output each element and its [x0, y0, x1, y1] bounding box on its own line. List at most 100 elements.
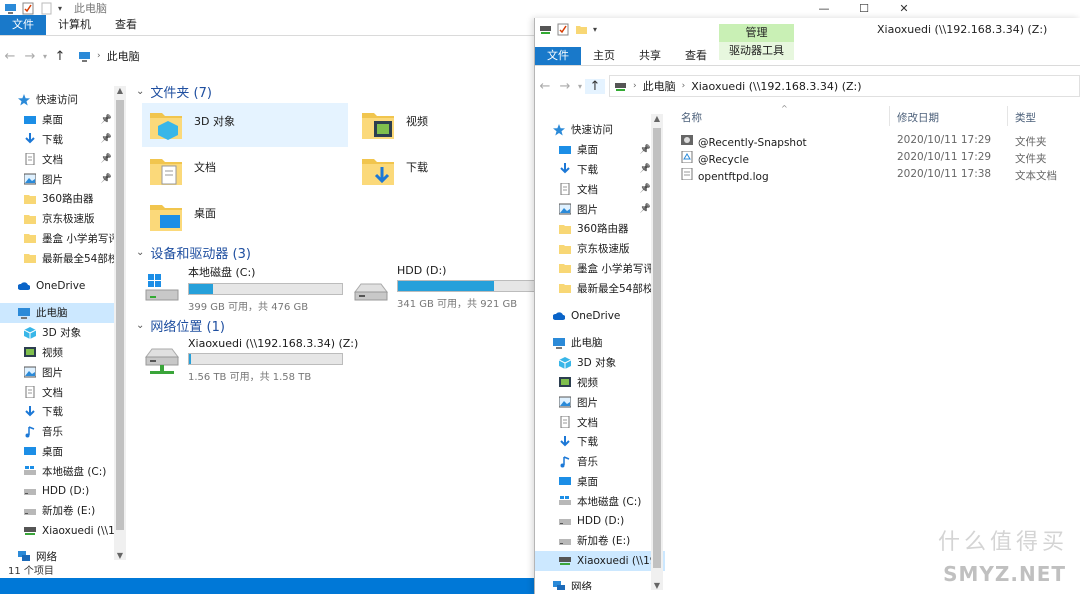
nav-quick-item[interactable]: 桌面 📌	[535, 140, 665, 160]
nav-pc-item[interactable]: 桌面	[535, 472, 665, 492]
nav-quick-item[interactable]: 文档 📌	[535, 179, 665, 199]
scrollbar-thumb[interactable]	[116, 100, 124, 530]
properties-icon[interactable]	[22, 2, 35, 15]
nav-pc-item[interactable]: 下载	[535, 432, 665, 452]
group-folders[interactable]: ⌄ 文件夹 (7)	[136, 82, 212, 101]
address-bar[interactable]: › 此电脑	[74, 45, 534, 67]
tab-drive-tools[interactable]: 驱动器工具	[719, 42, 794, 60]
nav-quick-access[interactable]: 快速访问	[0, 90, 126, 110]
qa-dropdown-icon[interactable]: ▾	[58, 4, 62, 13]
tab-home[interactable]: 主页	[581, 47, 627, 65]
column-divider[interactable]	[1007, 106, 1008, 126]
nav-pc-item[interactable]: 3D 对象	[535, 353, 665, 373]
forward-icon[interactable]: →	[20, 49, 40, 64]
collapse-chevron-icon[interactable]: ⌄	[136, 320, 144, 331]
up-icon[interactable]: ↑	[585, 78, 605, 94]
forward-icon[interactable]: →	[555, 79, 575, 94]
nav-quick-item[interactable]: 图片 📌	[535, 199, 665, 219]
close-icon[interactable]: ✕	[884, 0, 924, 16]
folder-tile[interactable]: 文档	[142, 149, 348, 193]
breadcrumb-this-pc[interactable]: 此电脑	[643, 78, 676, 94]
folder-tile[interactable]: 桌面	[142, 195, 348, 239]
drive-tile[interactable]: HDD (D:) 341 GB 可用，共 921 GB	[353, 264, 552, 310]
folder-tile[interactable]: 视频	[354, 103, 560, 147]
scrollbar-thumb[interactable]	[653, 128, 661, 568]
nav-pc-item[interactable]: 下载	[0, 402, 126, 422]
column-divider[interactable]	[889, 106, 890, 126]
nav-pc-item[interactable]: 视频	[535, 373, 665, 393]
recent-locations-icon[interactable]: ▾	[40, 52, 50, 61]
nav-onedrive[interactable]: OneDrive	[0, 276, 126, 296]
nav-quick-item[interactable]: 最新最全54部校	[535, 278, 665, 298]
folder-tile[interactable]: 下载	[354, 149, 560, 193]
nav-quick-item[interactable]: 墨盒 小学弟写评	[535, 259, 665, 279]
nav-pc-item[interactable]: 图片	[535, 392, 665, 412]
nav-pc-item[interactable]: 视频	[0, 343, 126, 363]
up-icon[interactable]: ↑	[50, 49, 70, 64]
nav-quick-item[interactable]: 下载 📌	[535, 160, 665, 180]
tab-share[interactable]: 共享	[627, 47, 673, 65]
new-folder-icon[interactable]	[40, 2, 53, 15]
nav-this-pc[interactable]: 此电脑	[535, 333, 665, 353]
drive-tile[interactable]: Xiaoxuedi (\\192.168.3.34) (Z:) 1.56 TB 可…	[144, 337, 358, 383]
nav-quick-item[interactable]: 桌面 📌	[0, 110, 126, 130]
group-network-locations[interactable]: ⌄ 网络位置 (1)	[136, 316, 225, 335]
file-row[interactable]: opentftpd.log 2020/10/11 17:38 文本文档	[677, 166, 1080, 183]
nav-quick-item[interactable]: 图片 📌	[0, 169, 126, 189]
collapse-chevron-icon[interactable]: ⌄	[136, 247, 144, 258]
tab-file[interactable]: 文件	[0, 15, 46, 35]
nav-pc-item[interactable]: 桌面	[0, 442, 126, 462]
nav-pc-item[interactable]: Xiaoxuedi (\\19	[0, 521, 126, 541]
file-row[interactable]: @Recently-Snapshot 2020/10/11 17:29 文件夹	[677, 132, 1080, 149]
nav-pc-item[interactable]: 文档	[0, 382, 126, 402]
address-bar[interactable]: › 此电脑 › Xiaoxuedi (\\192.168.3.34) (Z:)	[609, 75, 1080, 97]
nav-quick-item[interactable]: 最新最全54部校	[0, 248, 126, 268]
nav-pc-item[interactable]: 新加卷 (E:)	[0, 501, 126, 521]
nav-quick-item[interactable]: 京东极速版	[0, 209, 126, 229]
column-type[interactable]: 类型	[1015, 110, 1036, 125]
column-name[interactable]: 名称	[681, 110, 702, 125]
nav-pc-item[interactable]: 本地磁盘 (C:)	[535, 491, 665, 511]
qa-dropdown-icon[interactable]: ▾	[593, 25, 597, 34]
folder-tile[interactable]: 3D 对象	[142, 103, 348, 147]
nav-quick-item[interactable]: 墨盒 小学弟写评	[0, 229, 126, 249]
back-icon[interactable]: ←	[0, 49, 20, 64]
nav-scrollbar[interactable]: ▲ ▼	[114, 86, 126, 560]
nav-pc-item[interactable]: 新加卷 (E:)	[535, 531, 665, 551]
nav-this-pc[interactable]: 此电脑	[0, 302, 126, 323]
tab-view[interactable]: 查看	[673, 47, 719, 65]
scroll-down-icon[interactable]: ▼	[651, 581, 663, 590]
nav-pc-item[interactable]: HDD (D:)	[535, 511, 665, 531]
maximize-icon[interactable]: ☐	[844, 0, 884, 16]
tab-file[interactable]: 文件	[535, 47, 581, 65]
nav-pc-item[interactable]: 音乐	[535, 452, 665, 472]
file-row[interactable]: @Recycle 2020/10/11 17:29 文件夹	[677, 149, 1080, 166]
nav-pc-item[interactable]: HDD (D:)	[0, 481, 126, 501]
nav-quick-access[interactable]: 快速访问	[535, 120, 665, 140]
nav-scrollbar[interactable]: ▲ ▼	[651, 114, 663, 590]
drive-tile[interactable]: 本地磁盘 (C:) 399 GB 可用，共 476 GB	[144, 264, 343, 313]
scroll-up-icon[interactable]: ▲	[114, 86, 126, 95]
tab-computer[interactable]: 计算机	[46, 15, 103, 35]
nav-quick-item[interactable]: 360路由器	[535, 219, 665, 239]
properties-icon[interactable]	[557, 23, 570, 36]
scroll-up-icon[interactable]: ▲	[651, 114, 663, 123]
nav-pc-item[interactable]: 文档	[535, 412, 665, 432]
breadcrumb-drive[interactable]: Xiaoxuedi (\\192.168.3.34) (Z:)	[691, 80, 861, 93]
scroll-down-icon[interactable]: ▼	[114, 551, 126, 560]
breadcrumb-this-pc[interactable]: 此电脑	[107, 48, 140, 64]
new-folder-icon[interactable]	[575, 23, 588, 36]
nav-pc-item[interactable]: Xiaoxuedi (\\19	[535, 550, 665, 571]
back-icon[interactable]: ←	[535, 79, 555, 94]
collapse-chevron-icon[interactable]: ⌄	[136, 86, 144, 97]
nav-pc-item[interactable]: 图片	[0, 362, 126, 382]
nav-network[interactable]: 网络	[535, 577, 665, 590]
nav-quick-item[interactable]: 360路由器	[0, 189, 126, 209]
nav-quick-item[interactable]: 京东极速版	[535, 239, 665, 259]
nav-pc-item[interactable]: 3D 对象	[0, 323, 126, 343]
minimize-icon[interactable]: —	[804, 0, 844, 16]
nav-pc-item[interactable]: 音乐	[0, 422, 126, 442]
column-date[interactable]: 修改日期	[897, 110, 939, 125]
tab-view[interactable]: 查看	[103, 15, 149, 35]
nav-pc-item[interactable]: 本地磁盘 (C:)	[0, 461, 126, 481]
